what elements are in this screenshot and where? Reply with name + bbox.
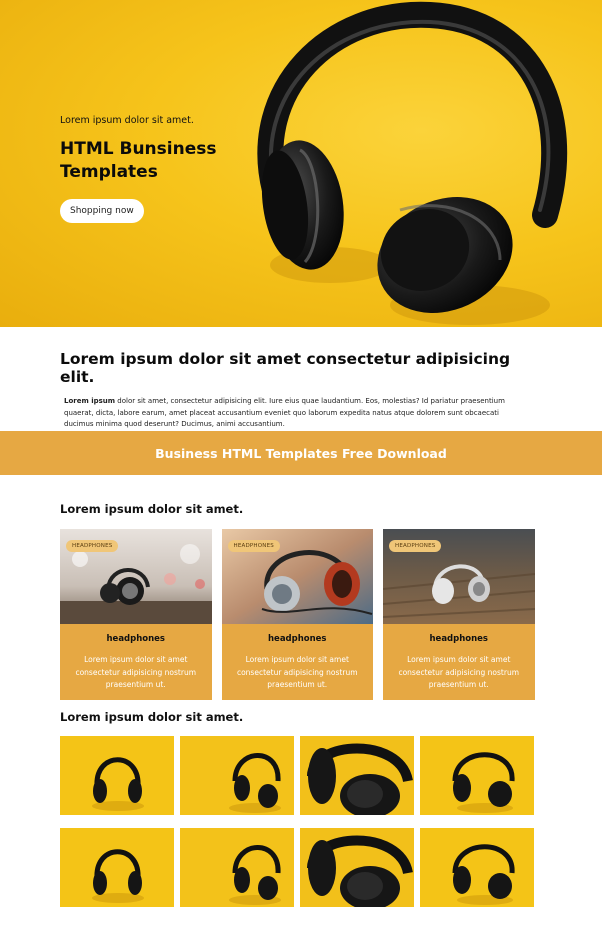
product-card[interactable]: HEADPHONES headphones Lorem ipsum dolor … bbox=[221, 529, 373, 700]
hero-title-line2: Templates bbox=[60, 162, 158, 182]
product-cards-section: Lorem ipsum dolor sit amet. HEADPHONES h… bbox=[0, 475, 602, 705]
intro-section: Lorem ipsum dolor sit amet consectetur a… bbox=[0, 327, 602, 431]
intro-title: Lorem ipsum dolor sit amet consectetur a… bbox=[60, 350, 511, 386]
gallery-image[interactable] bbox=[180, 736, 294, 815]
hero-title-line1: HTML Bunsiness bbox=[60, 139, 217, 159]
card-tag: HEADPHONES bbox=[66, 540, 119, 552]
gallery-section-title: Lorem ipsum dolor sit amet. bbox=[60, 710, 244, 724]
hero-title: HTML Bunsiness Templates bbox=[60, 138, 260, 184]
card-text: Lorem ipsum dolor sit amet consectetur a… bbox=[75, 655, 197, 689]
product-card[interactable]: HEADPHONES headphones Lorem ipsum dolor … bbox=[60, 529, 212, 700]
hero-kicker: Lorem ipsum dolor sit amet. bbox=[60, 115, 194, 126]
intro-paragraph: Lorem ipsum dolor sit amet, consectetur … bbox=[60, 396, 542, 431]
gallery-image[interactable] bbox=[420, 828, 534, 907]
gallery-image[interactable] bbox=[300, 828, 414, 907]
card-text: Lorem ipsum dolor sit amet consectetur a… bbox=[236, 655, 358, 689]
gallery-image[interactable] bbox=[60, 736, 174, 815]
download-banner[interactable]: Business HTML Templates Free Download bbox=[0, 431, 602, 475]
card-image: HEADPHONES bbox=[221, 529, 373, 624]
cards-section-title: Lorem ipsum dolor sit amet. bbox=[60, 502, 244, 516]
gallery-grid bbox=[60, 736, 542, 907]
intro-body-text: dolor sit amet, consectetur adipisicing … bbox=[64, 397, 505, 428]
card-body: headphones Lorem ipsum dolor sit amet co… bbox=[60, 624, 212, 700]
hero-banner: Lorem ipsum dolor sit amet. HTML Bunsine… bbox=[0, 0, 602, 327]
card-title: headphones bbox=[429, 634, 489, 644]
card-tag: HEADPHONES bbox=[227, 540, 280, 552]
card-tag: HEADPHONES bbox=[389, 540, 442, 552]
card-title: headphones bbox=[268, 634, 327, 644]
card-body: headphones Lorem ipsum dolor sit amet co… bbox=[383, 624, 535, 700]
gallery-section: Lorem ipsum dolor sit amet. bbox=[0, 705, 602, 907]
product-card[interactable]: HEADPHONES headphones Lorem ipsum dolor … bbox=[383, 529, 535, 700]
card-image: HEADPHONES bbox=[60, 529, 212, 624]
gallery-image[interactable] bbox=[60, 828, 174, 907]
gallery-image[interactable] bbox=[300, 736, 414, 815]
hero-text-block: Lorem ipsum dolor sit amet. HTML Bunsine… bbox=[60, 115, 260, 223]
card-image: HEADPHONES bbox=[383, 529, 535, 624]
card-body: headphones Lorem ipsum dolor sit amet co… bbox=[221, 624, 373, 700]
card-text: Lorem ipsum dolor sit amet consectetur a… bbox=[398, 655, 520, 689]
gallery-image[interactable] bbox=[420, 736, 534, 815]
shopping-now-button[interactable]: Shopping now bbox=[60, 199, 144, 223]
banner-text: Business HTML Templates Free Download bbox=[155, 445, 447, 461]
product-cards: HEADPHONES headphones Lorem ipsum dolor … bbox=[60, 529, 542, 700]
intro-lead: Lorem ipsum bbox=[64, 397, 116, 405]
gallery-image[interactable] bbox=[180, 828, 294, 907]
card-title: headphones bbox=[106, 634, 166, 644]
